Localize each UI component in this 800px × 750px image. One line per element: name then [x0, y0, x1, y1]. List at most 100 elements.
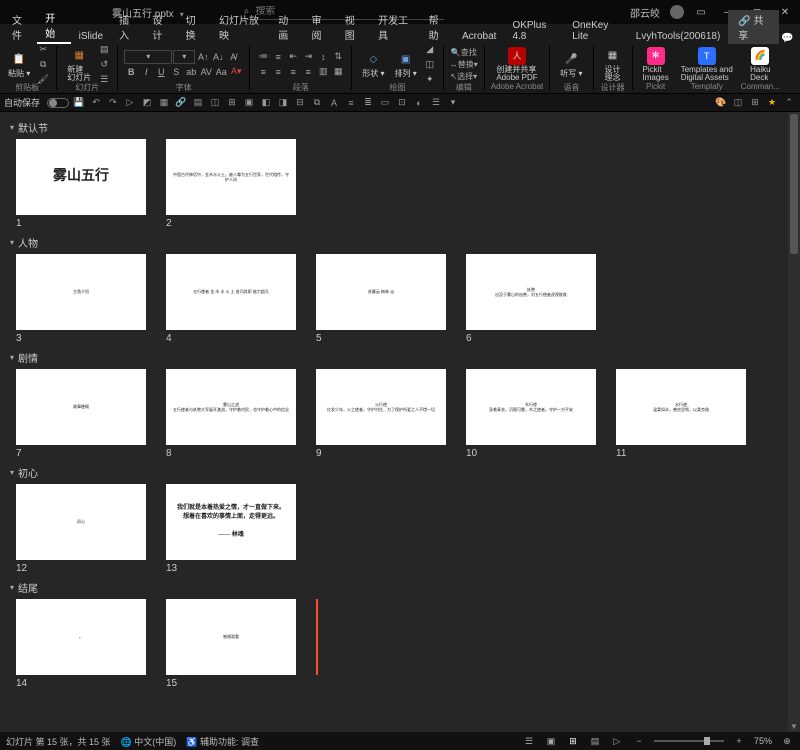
shape-fill-icon[interactable]: ◢ — [423, 42, 437, 56]
section-header[interactable]: ▾初心 — [10, 465, 792, 480]
slideshow-icon[interactable]: ▷ — [123, 96, 137, 110]
notes-icon[interactable]: ☰ — [522, 734, 536, 748]
section-icon[interactable]: ☰ — [97, 72, 111, 86]
qat-right-icon[interactable]: ⊞ — [748, 96, 762, 110]
slide-sorter-view[interactable]: ▾默认节雾山五行1中国古代神话中，金木水火土，被人尊为五行世家，世代相传，守护人… — [0, 112, 800, 732]
design-ideas-button[interactable]: ▦ 设计 理念 — [600, 47, 626, 82]
shape-effects-icon[interactable]: ✦ — [423, 72, 437, 86]
clear-format-icon[interactable]: A̸ — [226, 50, 240, 64]
qat-icon[interactable]: A — [327, 96, 341, 110]
qat-icon[interactable]: ◩ — [140, 96, 154, 110]
qat-icon[interactable]: ≡ — [344, 96, 358, 110]
qat-icon[interactable]: ▦ — [157, 96, 171, 110]
tab-Acrobat[interactable]: Acrobat — [454, 29, 504, 44]
tab-切换[interactable]: 切换 — [178, 10, 211, 44]
reading-view-icon[interactable]: ▤ — [588, 734, 602, 748]
zoom-in-icon[interactable]: + — [732, 734, 746, 748]
justify-icon[interactable]: ≡ — [301, 65, 315, 79]
qat-icon[interactable]: ▤ — [191, 96, 205, 110]
change-case-icon[interactable]: Aa — [214, 65, 228, 79]
slide-thumbnail[interactable]: 雾山五行1 — [16, 139, 146, 229]
save-icon[interactable]: 💾 — [72, 96, 86, 110]
zoom-out-icon[interactable]: − — [632, 734, 646, 748]
qat-icon[interactable]: ⧉ — [310, 96, 324, 110]
haiku-button[interactable]: 🌈 Haiku Deck — [746, 47, 774, 82]
slide-thumbnail[interactable]: 初心12 — [16, 484, 146, 574]
collapse-ribbon-icon[interactable]: ⌃ — [782, 96, 796, 110]
qat-right-icon[interactable]: 🎨 — [714, 96, 728, 110]
find-button[interactable]: 🔍 查找 — [450, 46, 478, 58]
templafy-button[interactable]: T Templates and Digital Assets — [677, 47, 737, 82]
tab-帮助[interactable]: 帮助 — [421, 10, 454, 44]
outdent-icon[interactable]: ⇤ — [286, 50, 300, 64]
paste-button[interactable]: 📋 粘贴 ▾ — [4, 51, 34, 78]
slide-thumbnail[interactable]: 故事梗概7 — [16, 369, 146, 459]
qat-icon[interactable]: ⊞ — [225, 96, 239, 110]
section-header[interactable]: ▾剧情 — [10, 350, 792, 365]
replace-button[interactable]: ↔ 替换 ▾ — [450, 58, 478, 70]
cut-icon[interactable]: ✂ — [36, 42, 50, 56]
smartart-icon[interactable]: ▦ — [331, 65, 345, 79]
bold-icon[interactable]: B — [124, 65, 138, 79]
qat-icon[interactable]: ◐ — [412, 96, 426, 110]
qat-right-icon[interactable]: ◫ — [731, 96, 745, 110]
slide-thumbnail[interactable]: 木行使 身着青衣，沉稳可靠，木之使者，守护一方平安10 — [466, 369, 596, 459]
slide-thumbnail[interactable]: 妖兽 出没于雾山的凶兽，对五行使者虎视眈眈6 — [466, 254, 596, 344]
qat-icon[interactable]: 🔗 — [174, 96, 188, 110]
slide-thumbnail[interactable]: 水行使 温柔如水，善良坚韧，以柔克刚11 — [616, 369, 746, 459]
tab-开发工具[interactable]: 开发工具 — [370, 10, 421, 44]
shadow-icon[interactable]: ab — [184, 65, 198, 79]
ribbon-display-icon[interactable]: ▭ — [690, 3, 712, 21]
comments-icon[interactable]: 💬 — [779, 33, 796, 44]
tab-LvyhTools(200618)[interactable]: LvyhTools(200618) — [628, 29, 729, 44]
tab-审阅[interactable]: 审阅 — [303, 10, 336, 44]
select-button[interactable]: ↖ 选择 ▾ — [450, 70, 478, 82]
pickit-button[interactable]: ✻ Pickit Images — [639, 47, 673, 82]
indent-icon[interactable]: ⇥ — [301, 50, 315, 64]
tab-插入[interactable]: 插入 — [111, 10, 144, 44]
text-direction-icon[interactable]: ⇅ — [331, 50, 345, 64]
vertical-scrollbar[interactable]: ▲ ▼ — [788, 112, 800, 732]
shapes-button[interactable]: ◇ 形状 ▾ — [358, 51, 388, 78]
font-size-select[interactable]: ▾ — [173, 50, 195, 64]
font-color-icon[interactable]: A▾ — [229, 65, 243, 79]
slide-thumbnail[interactable]: 火行使 红发少年，火之使者，守护村庄，为了保护所爱之人不惜一切9 — [316, 369, 446, 459]
undo-icon[interactable]: ↶ — [89, 96, 103, 110]
reset-icon[interactable]: ↺ — [97, 57, 111, 71]
increase-font-icon[interactable]: A↑ — [196, 50, 210, 64]
underline-icon[interactable]: U — [154, 65, 168, 79]
qat-icon[interactable]: ≣ — [361, 96, 375, 110]
zoom-level[interactable]: 75% — [754, 736, 772, 746]
sorter-view-icon[interactable]: ⊞ — [566, 734, 580, 748]
share-button[interactable]: 🔗 共享 — [728, 10, 778, 44]
align-left-icon[interactable]: ≡ — [256, 65, 270, 79]
slide-thumbnail[interactable]: 中国古代神话中，金木水火土，被人尊为五行世家，世代相传，守护人间2 — [166, 139, 296, 229]
slide-thumbnail[interactable]: 感谢观看15 — [166, 599, 296, 689]
accessibility-button[interactable]: ♿ 辅助功能: 调查 — [186, 735, 259, 748]
qat-right-icon[interactable]: ★ — [765, 96, 779, 110]
line-spacing-icon[interactable]: ↕ — [316, 50, 330, 64]
new-slide-button[interactable]: ▦ 新建 幻灯片 — [63, 47, 95, 82]
slide-thumbnail[interactable]: 。14 — [16, 599, 146, 689]
columns-icon[interactable]: ▥ — [316, 65, 330, 79]
redo-icon[interactable]: ↷ — [106, 96, 120, 110]
tab-文件[interactable]: 文件 — [4, 10, 37, 44]
section-header[interactable]: ▾默认节 — [10, 120, 792, 135]
scroll-down-icon[interactable]: ▼ — [788, 720, 800, 732]
tab-幻灯片放映[interactable]: 幻灯片放映 — [211, 10, 270, 44]
font-family-select[interactable]: ▾ — [124, 50, 172, 64]
slide-thumbnail[interactable]: 五行使者 金 木 水 火 土 各司其职 能力超凡4 — [166, 254, 296, 344]
layout-icon[interactable]: ▤ — [97, 42, 111, 56]
italic-icon[interactable]: I — [139, 65, 153, 79]
slide-thumbnail[interactable]: 苏暮云 梅林 焱5 — [316, 254, 446, 344]
tab-开始[interactable]: 开始 — [37, 8, 70, 44]
bullets-icon[interactable]: ≔ — [256, 50, 270, 64]
align-center-icon[interactable]: ≡ — [271, 65, 285, 79]
adobe-pdf-button[interactable]: 人 创建并共享 Adobe PDF — [492, 47, 541, 82]
slide-thumbnail[interactable]: 雾山之战 五行使者与妖兽大军展开激战，守护着村民，也守护着心中的信念8 — [166, 369, 296, 459]
scrollbar-thumb[interactable] — [790, 114, 798, 254]
tab-设计[interactable]: 设计 — [144, 10, 177, 44]
normal-view-icon[interactable]: ▣ — [544, 734, 558, 748]
tab-视图[interactable]: 视图 — [337, 10, 370, 44]
slide-count[interactable]: 幻灯片 第 15 张，共 15 张 — [6, 735, 111, 748]
